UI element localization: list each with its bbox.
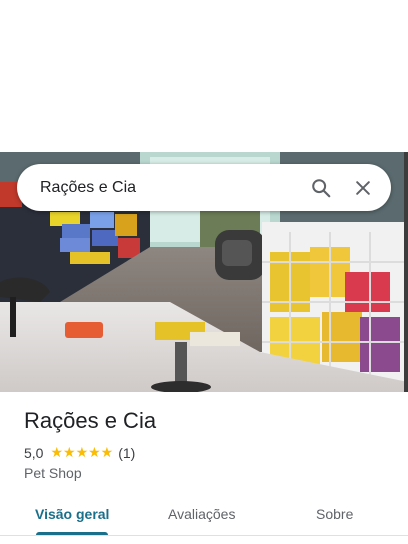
- tab-about[interactable]: Sobre: [316, 506, 353, 522]
- rating-row[interactable]: 5,0 ★★★★★ (1): [24, 444, 135, 461]
- search-button[interactable]: [303, 170, 339, 206]
- close-button[interactable]: [345, 170, 381, 206]
- star-rating-icon: ★★★★★: [50, 444, 114, 460]
- close-icon: [356, 180, 370, 195]
- search-input[interactable]: Rações e Cia: [40, 179, 303, 197]
- place-category[interactable]: Pet Shop: [24, 465, 82, 481]
- place-title: Rações e Cia: [24, 408, 157, 433]
- tab-reviews[interactable]: Avaliações: [168, 506, 235, 522]
- search-bar[interactable]: Rações e Cia: [17, 164, 391, 211]
- tab-bar: Visão geral Avaliações Sobre: [0, 496, 408, 536]
- tab-overview[interactable]: Visão geral: [35, 506, 109, 522]
- tabs-divider: [0, 535, 408, 536]
- rating-value: 5,0: [24, 444, 44, 461]
- review-count[interactable]: (1): [118, 445, 135, 461]
- scrollbar[interactable]: [404, 152, 408, 392]
- search-icon: [312, 178, 331, 197]
